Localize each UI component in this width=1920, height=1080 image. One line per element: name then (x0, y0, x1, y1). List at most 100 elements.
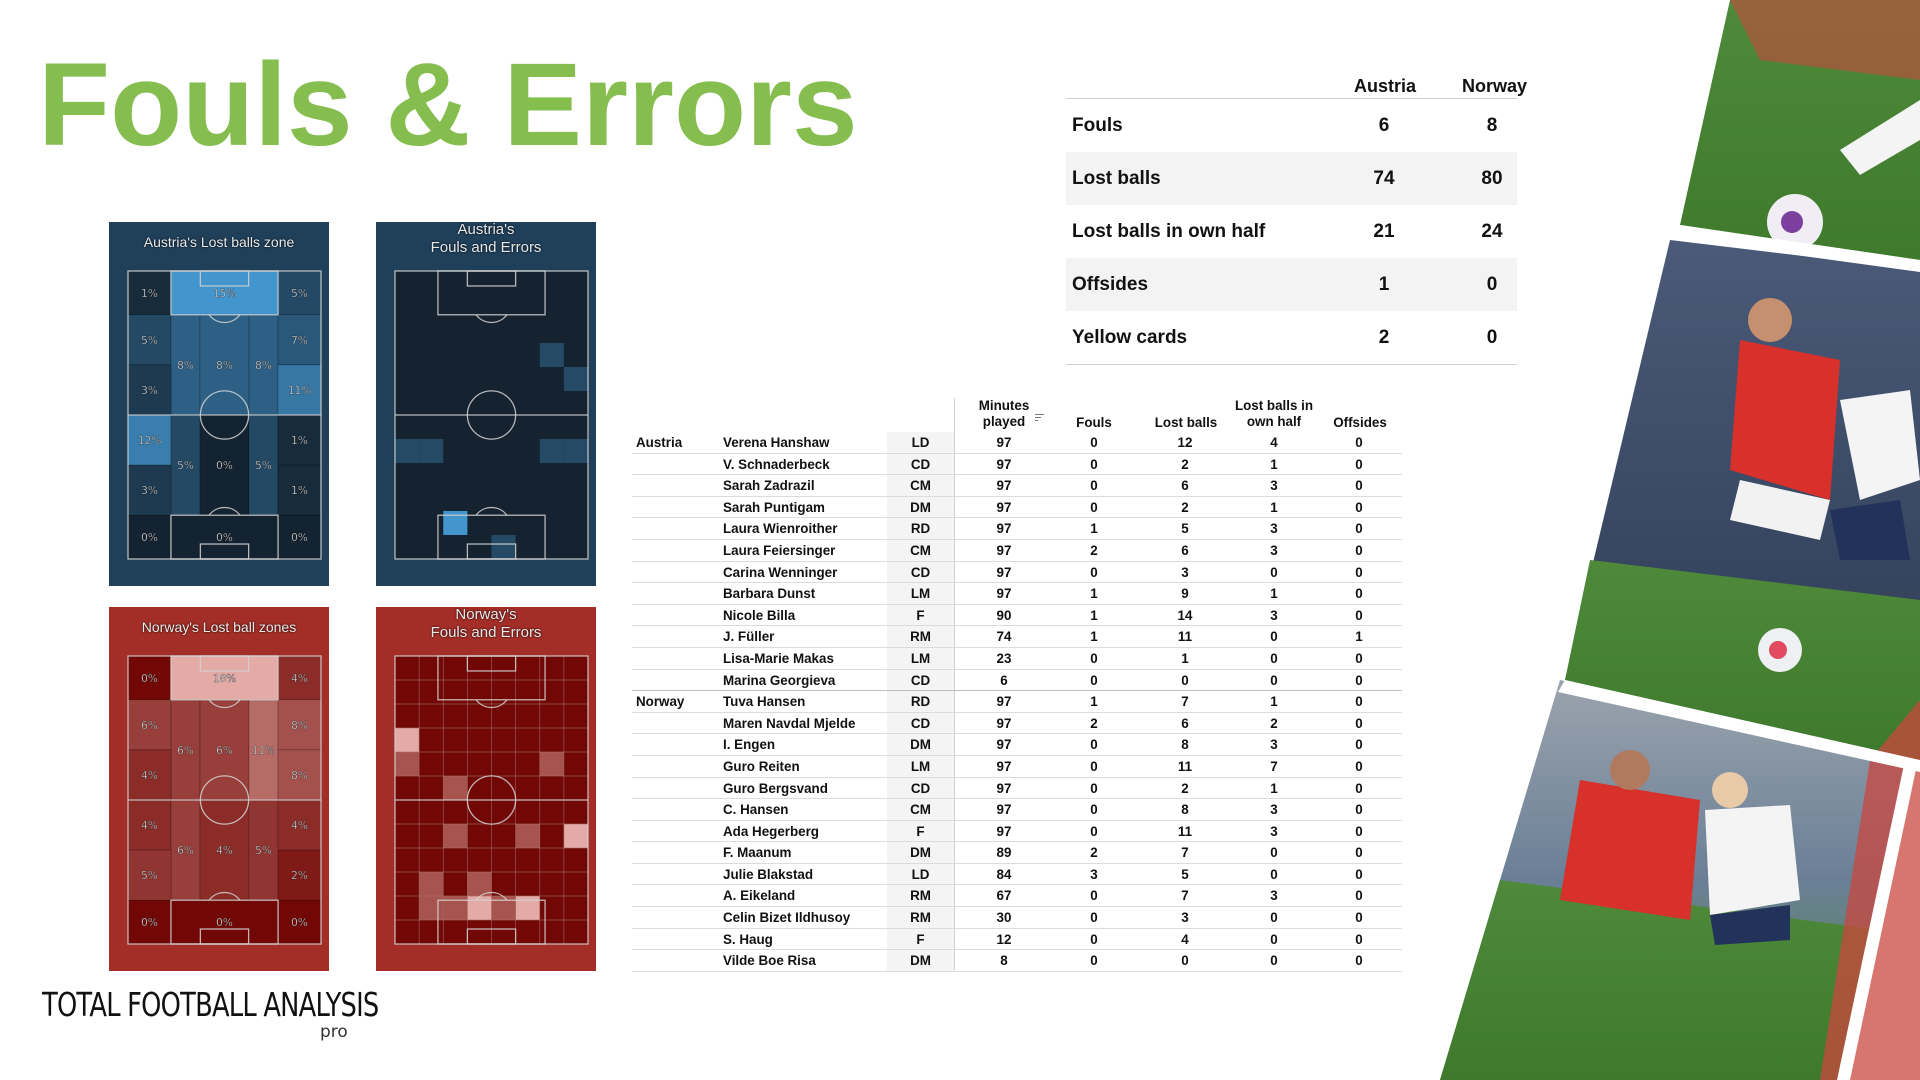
zone-percent-label: 5% (255, 845, 272, 857)
lost-balls-cell: 0 (1181, 953, 1189, 969)
zone-percent-label: 6% (177, 745, 194, 757)
lost-balls-cell: 2 (1181, 499, 1189, 515)
offsides-cell: 0 (1355, 845, 1363, 861)
table-row: Celin Bizet Ildhusoy RM 30 0 3 0 0 (632, 907, 1402, 929)
lost-balls-cell: 6 (1181, 715, 1189, 731)
fouls-cell: 1 (1090, 607, 1098, 623)
page-title: Fouls & Errors (38, 39, 858, 171)
offsides-cell: 0 (1355, 888, 1363, 904)
heat-cell (395, 752, 420, 776)
fouls-cell: 2 (1090, 845, 1098, 861)
player-red-shirt (1560, 780, 1700, 920)
position-cell: LM (910, 758, 931, 774)
austria-fouls-errors-panel: Austria's Fouls and Errors (376, 221, 596, 586)
zone-percent-label: 4% (141, 770, 158, 782)
header-offsides[interactable]: Offsides (1324, 415, 1396, 431)
fouls-cell: 0 (1090, 499, 1098, 515)
header-minutes-played[interactable]: Minutes played (954, 398, 1054, 430)
position-cell: CD (910, 715, 931, 731)
table-row: Barbara Dunst LM 97 1 9 1 0 (632, 583, 1402, 605)
lost-balls-own-half-cell: 0 (1270, 910, 1278, 926)
position-cell: CD (910, 564, 931, 580)
team-name-cell: Norway (636, 694, 685, 710)
player-name-cell: Maren Navdal Mjelde (723, 715, 856, 731)
table-row: Norway Tuva Hansen RD 97 1 7 1 0 (632, 691, 1402, 713)
fouls-cell: 0 (1090, 672, 1098, 688)
lost-balls-cell: 6 (1181, 478, 1189, 494)
table-row: Marina Georgieva CD 6 0 0 0 0 (632, 669, 1402, 692)
minutes-played-cell: 97 (996, 542, 1012, 558)
minutes-played-cell: 97 (996, 478, 1012, 494)
heat-cell (515, 824, 540, 848)
player-name-cell: Laura Feiersinger (723, 542, 836, 558)
lost-balls-own-half-cell: 7 (1270, 758, 1278, 774)
header-own-line1: Lost balls in (1234, 398, 1314, 413)
offsides-cell: 0 (1355, 521, 1363, 537)
minutes-played-cell: 67 (996, 888, 1012, 904)
position-cell: LM (910, 586, 931, 602)
fouls-cell: 0 (1090, 823, 1098, 839)
player-name-cell: Carina Wenninger (723, 564, 838, 580)
heat-cell (443, 824, 468, 848)
header-fouls[interactable]: Fouls (1064, 415, 1124, 431)
heat-cell (395, 728, 420, 752)
lost-balls-cell: 6 (1181, 542, 1189, 558)
zone-percent-label: 5% (141, 870, 158, 882)
player-name-cell: Laura Wienroither (723, 521, 838, 537)
lost-balls-cell: 7 (1181, 845, 1189, 861)
table-row: Laura Feiersinger CM 97 2 6 3 0 (632, 539, 1402, 562)
header-lost-balls[interactable]: Lost balls (1144, 415, 1228, 431)
lost-balls-own-half-cell: 2 (1270, 715, 1278, 731)
offsides-cell: 0 (1355, 780, 1363, 796)
header-own-line2: own half (1246, 414, 1302, 429)
zone-percent-label: 3% (141, 385, 158, 397)
offsides-cell: 0 (1355, 715, 1363, 731)
zone-percent-label: 0% (141, 673, 158, 685)
player-name-cell: S. Haug (723, 931, 773, 947)
player-name-cell: Ada Hegerberg (723, 823, 819, 839)
minutes-played-cell: 74 (996, 629, 1012, 645)
minutes-played-cell: 89 (996, 845, 1012, 861)
lost-balls-own-half-cell: 0 (1270, 953, 1278, 969)
zone-percent-label: 15% (213, 288, 236, 300)
heat-cell (563, 439, 588, 463)
position-cell: RM (910, 629, 931, 645)
lost-balls-own-half-cell: 3 (1270, 521, 1278, 537)
zone-percent-label: 5% (255, 460, 272, 472)
player-name-cell: Julie Blakstad (723, 866, 814, 882)
player-name-cell: Sarah Zadrazil (723, 478, 815, 494)
minutes-played-cell: 97 (996, 564, 1012, 580)
offsides-cell: 0 (1355, 542, 1363, 558)
offsides-cell: 0 (1355, 586, 1363, 602)
table-row: V. Schnaderbeck CD 97 0 2 1 0 (632, 453, 1402, 476)
fouls-cell: 1 (1090, 629, 1098, 645)
austria-lost-balls-zone-panel: 1% 15% 5% 5% 8% 8% 8% 7% 3% 11% 12% 5% 0% 5% 1% 3% 1% 0% 0… (109, 222, 329, 586)
lost-balls-own-half-cell: 3 (1270, 888, 1278, 904)
header-minutes-line2: played (982, 414, 1026, 429)
zone-percent-label: 0% (141, 532, 158, 544)
header-minutes-line1: Minutes (978, 398, 1030, 413)
zone-percent-label: 4% (291, 820, 308, 832)
offsides-cell: 0 (1355, 672, 1363, 688)
sort-descending-icon[interactable] (1035, 414, 1045, 422)
offsides-cell: 0 (1355, 823, 1363, 839)
summary-austria-value: 21 (1373, 220, 1395, 242)
panel-title-line1: Norway's (455, 606, 517, 623)
header-lost-own-half[interactable]: Lost balls in own half (1224, 398, 1324, 430)
panel-title: Austria's Lost balls zone (143, 234, 295, 250)
table-row: F. Maanum DM 89 2 7 0 0 (632, 842, 1402, 864)
lost-balls-own-half-cell: 0 (1270, 866, 1278, 882)
offsides-cell: 0 (1355, 866, 1363, 882)
table-header: Minutes played Fouls Lost balls Lost bal… (632, 398, 1402, 432)
table-row: Carina Wenninger CD 97 0 3 0 0 (632, 561, 1402, 584)
lost-balls-own-half-cell: 0 (1270, 650, 1278, 666)
offsides-cell: 0 (1355, 953, 1363, 969)
fouls-cell: 0 (1090, 758, 1098, 774)
lost-balls-own-half-cell: 0 (1270, 564, 1278, 580)
player-name-cell: Verena Hanshaw (723, 435, 830, 450)
table-row: J. Füller RM 74 1 11 0 1 (632, 626, 1402, 648)
minutes-played-cell: 97 (996, 715, 1012, 731)
lost-balls-own-half-cell: 0 (1270, 845, 1278, 861)
fouls-cell: 0 (1090, 888, 1098, 904)
lost-balls-own-half-cell: 3 (1270, 737, 1278, 753)
